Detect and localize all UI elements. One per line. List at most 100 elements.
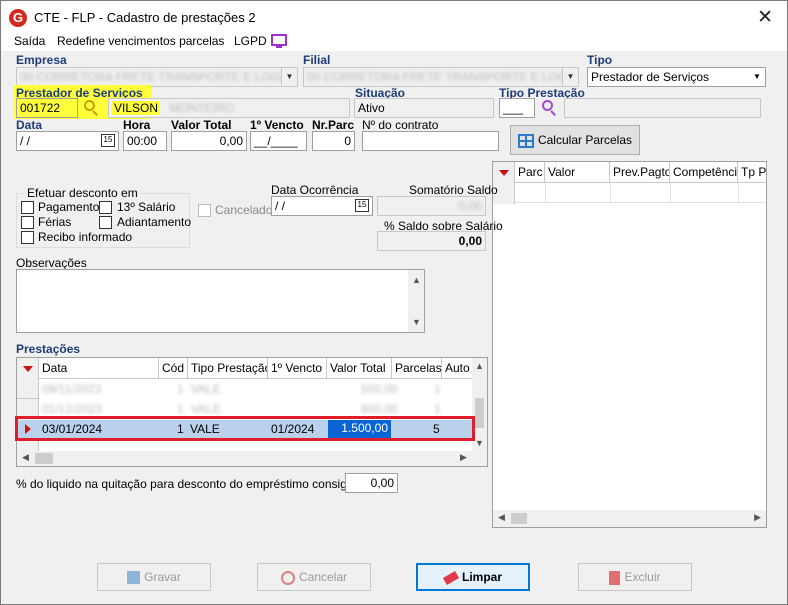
col-prev-pagto[interactable]: Prev.Pagto bbox=[610, 162, 670, 183]
col-parc[interactable]: Parc bbox=[515, 162, 545, 183]
search-icon[interactable] bbox=[540, 99, 558, 117]
excluir-button[interactable]: Excluir bbox=[578, 563, 692, 591]
chevron-down-icon[interactable]: ▼ bbox=[281, 68, 297, 86]
prestacoes-hscroll[interactable]: ◀ ▶ bbox=[17, 451, 487, 466]
sort-down-icon[interactable] bbox=[499, 170, 509, 176]
empresa-value: 00 CORRETORA FRETE TRANSPORTE E LOGISTIC… bbox=[20, 70, 298, 84]
table-icon bbox=[517, 133, 534, 148]
data-ocorrencia-value: / / bbox=[275, 199, 286, 213]
table-row[interactable]: 09/11/2023 1 VALE 500,00 1 bbox=[39, 380, 474, 400]
consignado-field[interactable]: 0,00 bbox=[345, 473, 398, 493]
col-parcelas[interactable]: Parcelas bbox=[392, 358, 442, 379]
situacao-value: Ativo bbox=[358, 101, 385, 115]
col-tipo-prestacao[interactable]: Tipo Prestação bbox=[188, 358, 268, 379]
filial-label: Filial bbox=[303, 53, 331, 67]
menu-redefine-vencimentos[interactable]: Redefine vencimentos parcelas bbox=[57, 34, 224, 48]
col-auto[interactable]: Auto c bbox=[442, 358, 474, 379]
col-competencia[interactable]: Competência bbox=[670, 162, 738, 183]
scroll-right-icon[interactable]: ▶ bbox=[460, 452, 467, 463]
valor-total-field[interactable]: 0,00 bbox=[171, 131, 247, 151]
chevron-down-icon[interactable]: ▼ bbox=[562, 68, 578, 86]
col-data[interactable]: Data bbox=[39, 358, 159, 379]
valor-total-label: Valor Total bbox=[171, 118, 232, 132]
menu-lgpd[interactable]: LGPD bbox=[234, 34, 267, 48]
scroll-down-icon[interactable]: ▼ bbox=[475, 438, 484, 448]
saldo-salario-field: 0,00 bbox=[377, 231, 486, 251]
recibo-informado-label: Recibo informado bbox=[38, 230, 133, 244]
col-valor-total[interactable]: Valor Total bbox=[327, 358, 392, 379]
calendar-icon[interactable]: 15 bbox=[101, 134, 115, 147]
selection-highlight-box bbox=[15, 416, 475, 441]
calcular-parcelas-button[interactable]: Calcular Parcelas bbox=[510, 125, 640, 155]
col-cod[interactable]: Cód bbox=[159, 358, 188, 379]
hora-label: Hora bbox=[123, 118, 151, 132]
observacoes-textarea[interactable]: ▲ ▼ bbox=[16, 269, 425, 333]
desconto-group-title: Efetuar desconto em bbox=[25, 186, 140, 200]
scroll-down-icon[interactable]: ▼ bbox=[412, 314, 421, 330]
col-vencto[interactable]: 1º Vencto bbox=[268, 358, 327, 379]
gravar-button[interactable]: Gravar bbox=[97, 563, 211, 591]
nr-parc-label: Nr.Parc bbox=[312, 118, 355, 132]
tipo-label: Tipo bbox=[587, 53, 613, 67]
app-logo-icon: G bbox=[9, 9, 27, 27]
parcelas-empty-row bbox=[515, 183, 766, 203]
cancelado-checkbox[interactable] bbox=[198, 204, 211, 217]
recibo-informado-checkbox[interactable] bbox=[21, 231, 34, 244]
menu-saida[interactable]: Saída bbox=[14, 34, 45, 48]
saldo-salario-value: 0,00 bbox=[458, 234, 482, 248]
monitor-icon[interactable] bbox=[271, 34, 287, 48]
consignado-label: % do liquido na quitação para desconto d… bbox=[16, 477, 374, 491]
excluir-label: Excluir bbox=[624, 570, 661, 584]
primeiro-vencto-label: 1º Vencto bbox=[250, 118, 304, 132]
prestador-name-field: VILSON MONTEIRO bbox=[108, 98, 350, 118]
data-label: Data bbox=[16, 118, 43, 132]
contrato-field[interactable] bbox=[362, 131, 499, 151]
prestador-code-field[interactable]: 001722 bbox=[16, 98, 78, 118]
limpar-button[interactable]: Limpar bbox=[416, 563, 530, 591]
tipo-prestacao-desc-field bbox=[564, 98, 761, 118]
scroll-right-icon[interactable]: ▶ bbox=[754, 512, 761, 523]
prestacoes-label: Prestações bbox=[16, 342, 81, 356]
data-field[interactable]: / / 15 bbox=[16, 131, 119, 151]
prestador-code-value: 001722 bbox=[20, 101, 61, 115]
scroll-left-icon[interactable]: ◀ bbox=[22, 452, 29, 463]
calendar-icon[interactable]: 15 bbox=[355, 199, 369, 212]
col-tp-pa[interactable]: Tp Pa bbox=[738, 162, 766, 183]
calcular-parcelas-label: Calcular Parcelas bbox=[537, 133, 633, 147]
menu-bar: Saída Redefine vencimentos parcelas LGPD bbox=[1, 33, 787, 51]
pagamento-checkbox[interactable] bbox=[21, 201, 34, 214]
sort-down-icon[interactable] bbox=[23, 366, 33, 372]
search-icon[interactable] bbox=[82, 99, 100, 117]
somatorio-saldo-value: 0,00 bbox=[458, 199, 482, 213]
hora-field[interactable]: 00:00 bbox=[123, 131, 167, 151]
observacoes-vscroll[interactable]: ▲ ▼ bbox=[408, 270, 424, 332]
valor-total-value: 0,00 bbox=[219, 134, 243, 148]
data-value: / / bbox=[20, 134, 31, 148]
nr-parc-field[interactable]: 0 bbox=[312, 131, 355, 151]
situacao-field: Ativo bbox=[354, 98, 494, 118]
chevron-down-icon[interactable]: ▼ bbox=[749, 68, 765, 86]
adiantamento-checkbox[interactable] bbox=[99, 216, 112, 229]
tipo-prestacao-code-field[interactable]: ___ bbox=[499, 98, 535, 118]
scroll-up-icon[interactable]: ▲ bbox=[412, 272, 421, 288]
close-icon[interactable]: ✕ bbox=[757, 6, 773, 29]
data-ocorrencia-field[interactable]: / / 15 bbox=[271, 196, 373, 216]
empresa-combo[interactable]: 00 CORRETORA FRETE TRANSPORTE E LOGISTIC… bbox=[16, 67, 298, 87]
pagamento-label: Pagamento bbox=[38, 200, 100, 214]
scroll-up-icon[interactable]: ▲ bbox=[475, 361, 484, 371]
scroll-left-icon[interactable]: ◀ bbox=[498, 512, 505, 523]
primeiro-vencto-field[interactable]: __/____ bbox=[250, 131, 307, 151]
ferias-checkbox[interactable] bbox=[21, 216, 34, 229]
hora-value: 00:00 bbox=[127, 134, 158, 148]
cancelar-button[interactable]: Cancelar bbox=[257, 563, 371, 591]
decimo-terceiro-checkbox[interactable] bbox=[99, 201, 112, 214]
tipo-combo[interactable]: Prestador de Serviços ▼ bbox=[587, 67, 766, 87]
adiantamento-label: Adiantamento bbox=[117, 215, 192, 229]
parcelas-grid[interactable]: Parc Valor Prev.Pagto Competência Tp Pa … bbox=[492, 161, 767, 528]
parcelas-hscroll[interactable]: ◀ ▶ bbox=[493, 510, 766, 527]
prestacoes-grid[interactable]: Data Cód Tipo Prestação 1º Vencto Valor … bbox=[16, 357, 488, 467]
title-bar: G CTE - FLP - Cadastro de prestações 2 ✕ bbox=[1, 1, 787, 33]
col-valor[interactable]: Valor bbox=[545, 162, 610, 183]
gravar-label: Gravar bbox=[144, 570, 181, 584]
filial-combo[interactable]: 00 CORRETORA FRETE TRANSPORTE E LOGISTIC… bbox=[303, 67, 579, 87]
